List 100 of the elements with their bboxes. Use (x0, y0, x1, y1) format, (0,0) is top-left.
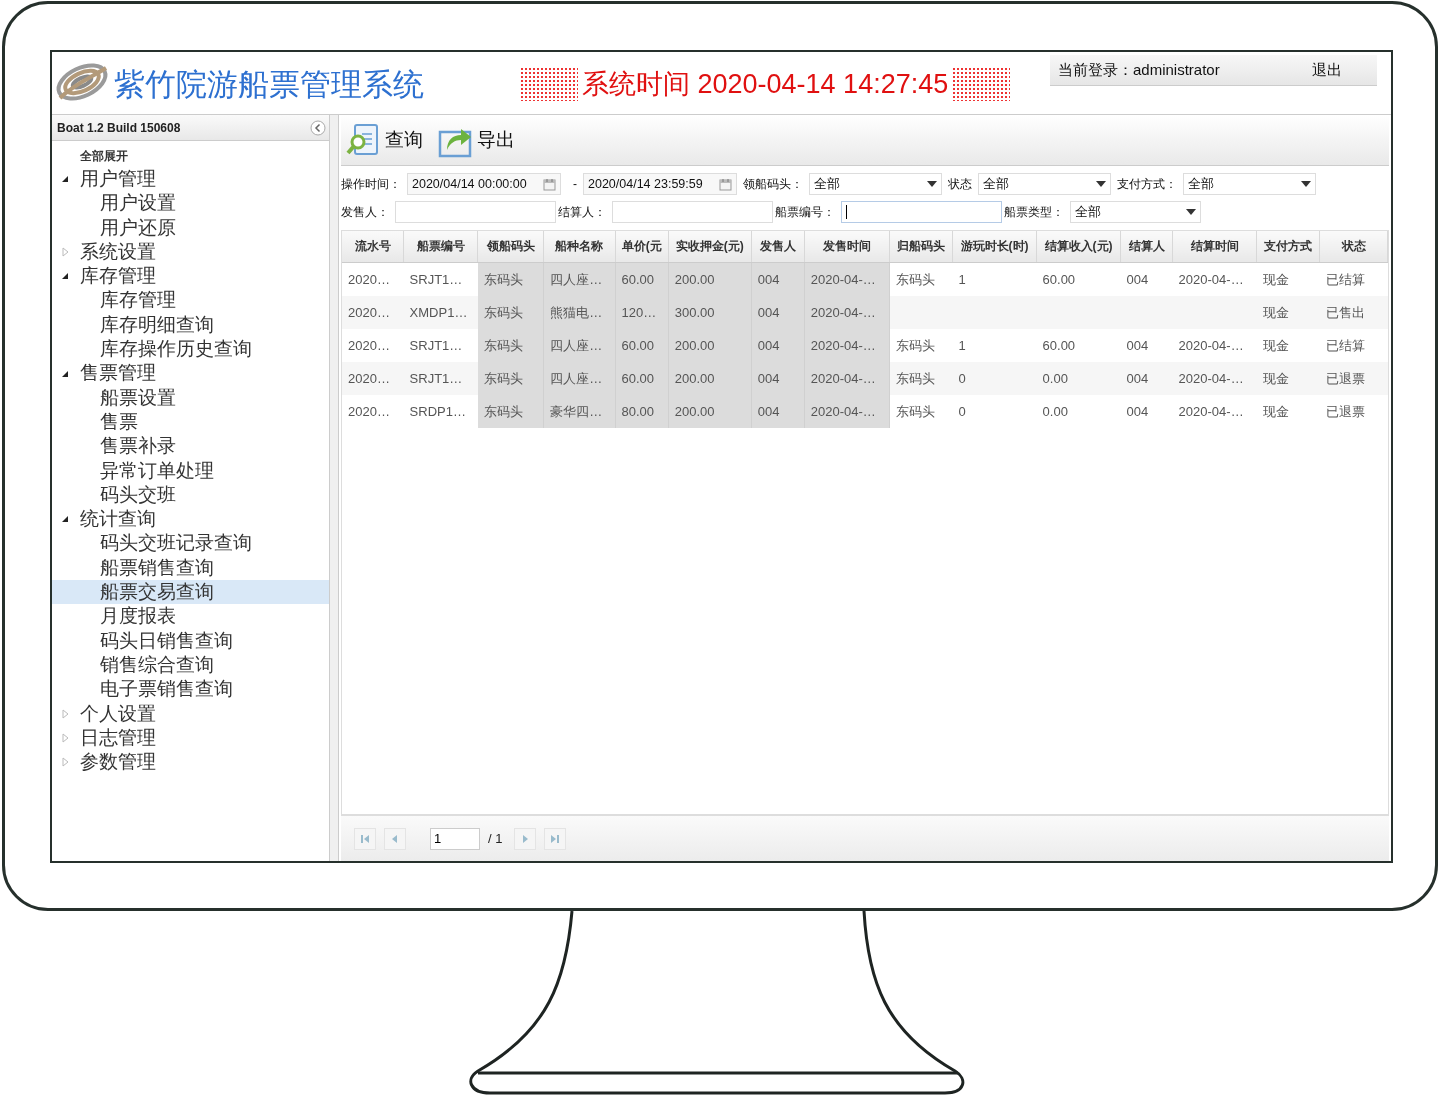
table-cell: 2020… (342, 362, 404, 395)
field-label: 状态 (948, 175, 972, 193)
tree-item[interactable]: 库存操作历史查询 (52, 337, 329, 362)
dropdown[interactable]: 全部 (1070, 201, 1201, 223)
tree-item[interactable]: 库存管理 (52, 288, 329, 313)
column-header[interactable]: 结算人 (1120, 231, 1173, 263)
tree-item[interactable]: 库存管理 (80, 264, 156, 289)
tree-item[interactable]: 售票管理 (80, 361, 156, 386)
export-button[interactable]: 导出 (437, 122, 515, 158)
table-cell: 现金 (1256, 362, 1320, 395)
next-page-button[interactable] (514, 827, 537, 850)
tree-item[interactable]: 用户还原 (52, 215, 329, 240)
column-header[interactable]: 状态 (1319, 231, 1388, 263)
column-header[interactable]: 发售时间 (804, 231, 890, 263)
dropdown[interactable]: 全部 (1183, 173, 1316, 195)
table-cell: 现金 (1256, 262, 1320, 296)
dropdown[interactable]: 全部 (809, 173, 942, 195)
table-cell: 熊猫电… (543, 296, 616, 329)
table-cell: 已退票 (1319, 362, 1388, 395)
table-cell: 2020… (342, 296, 404, 329)
tree-item[interactable]: 码头交班 (52, 482, 329, 508)
column-header[interactable]: 领船码头 (477, 231, 544, 263)
search-button[interactable]: 查询 (345, 122, 423, 158)
text-field[interactable] (395, 201, 556, 223)
logout-link[interactable]: 退出 (1312, 60, 1342, 80)
field-label: 支付方式： (1117, 175, 1177, 193)
column-header[interactable]: 归船码头 (889, 231, 953, 263)
last-page-button[interactable] (544, 827, 567, 850)
version-label: Boat 1.2 Build 150608 (57, 120, 181, 135)
tree-item[interactable]: 用户设置 (52, 191, 329, 216)
table-cell: 60.00 (1036, 262, 1121, 296)
table-cell: 300.00 (668, 296, 752, 329)
tree-item[interactable]: 电子票销售查询 (52, 677, 329, 702)
tree-item[interactable]: 异常订单处理 (52, 458, 329, 483)
last-page-icon (550, 833, 561, 844)
table-cell: SRJT1… (403, 329, 478, 362)
tree-item[interactable]: 售票 (52, 409, 329, 435)
text-field[interactable] (841, 201, 1002, 223)
column-header[interactable]: 单价(元 (615, 231, 669, 263)
table-cell: 东码头 (477, 329, 544, 362)
calendar-icon (719, 177, 732, 191)
tree-item[interactable]: 码头交班记录查询 (52, 531, 329, 556)
table-cell: 0 (952, 362, 1037, 395)
expand-all-link[interactable]: 全部展开 (80, 145, 128, 167)
table-cell: 60.00 (615, 329, 669, 362)
column-header[interactable]: 流水号 (342, 231, 404, 263)
caret-icon (927, 181, 937, 187)
tree-item[interactable]: 船票销售查询 (52, 555, 329, 581)
text-field[interactable] (612, 201, 773, 223)
table-cell: 东码头 (477, 296, 544, 329)
tree-item[interactable]: 库存明细查询 (52, 312, 329, 338)
table-cell: 东码头 (477, 362, 544, 395)
column-header[interactable]: 实收押金(元) (668, 231, 752, 263)
app-title: 紫竹院游船票管理系统 (114, 65, 424, 104)
column-header[interactable]: 结算时间 (1172, 231, 1257, 263)
column-header[interactable]: 船种名称 (543, 231, 616, 263)
tree-item[interactable]: 售票补录 (52, 434, 329, 459)
tree-item[interactable]: 参数管理 (80, 750, 156, 775)
tree-item[interactable]: 系统设置 (80, 239, 156, 265)
table-cell: 东码头 (477, 262, 544, 296)
first-page-icon (360, 833, 370, 844)
column-header[interactable]: 支付方式 (1256, 231, 1320, 263)
tree-item[interactable]: 月度报表 (52, 604, 329, 629)
caret-icon (1301, 181, 1311, 187)
table-cell: 已结算 (1319, 329, 1388, 362)
splitter-bar[interactable] (330, 115, 339, 861)
table-cell: 豪华四… (543, 395, 616, 428)
field-label: 领船码头： (743, 175, 803, 193)
dropdown[interactable]: 全部 (978, 173, 1111, 195)
date-field[interactable]: 2020/04/14 23:59:59 (583, 173, 737, 195)
system-clock: 系统时间 2020-04-14 14:27:45 (582, 68, 949, 101)
table-cell: 60.00 (615, 362, 669, 395)
table-cell: 2020-04-… (804, 296, 890, 329)
previous-page-button[interactable] (384, 827, 406, 850)
page-total: / 1 (488, 831, 503, 846)
tree-item[interactable]: 销售综合查询 (52, 652, 329, 678)
table-cell: 120… (615, 296, 669, 329)
column-header[interactable]: 结算收入(元) (1036, 231, 1121, 263)
table-cell: 2020-04-… (804, 329, 890, 362)
tree-item[interactable]: 日志管理 (80, 725, 156, 751)
table-cell: 60.00 (615, 262, 669, 296)
caret-icon (1096, 181, 1106, 187)
column-header[interactable]: 发售人 (751, 231, 805, 263)
table-cell: 东码头 (889, 262, 953, 296)
table-cell: SRJT1… (403, 362, 478, 395)
table-cell: 004 (751, 362, 805, 395)
table-cell: 已退票 (1319, 395, 1388, 428)
column-header[interactable]: 船票编号 (403, 231, 478, 263)
date-field[interactable]: 2020/04/14 00:00:00 (407, 173, 561, 195)
tree-item[interactable]: 船票交易查询 (52, 580, 329, 605)
tree-item[interactable]: 码头日销售查询 (52, 628, 329, 653)
caret-icon (1186, 209, 1196, 215)
tree-item[interactable]: 用户管理 (80, 167, 156, 192)
tree-item[interactable]: 个人设置 (80, 701, 156, 726)
field-label: 发售人： (341, 203, 389, 221)
tree-item[interactable]: 船票设置 (52, 385, 329, 410)
tree-item[interactable]: 统计查询 (80, 507, 156, 532)
page-field[interactable]: 1 (430, 827, 480, 850)
first-page-button[interactable] (354, 827, 376, 850)
column-header[interactable]: 游玩时长(时) (952, 231, 1037, 263)
